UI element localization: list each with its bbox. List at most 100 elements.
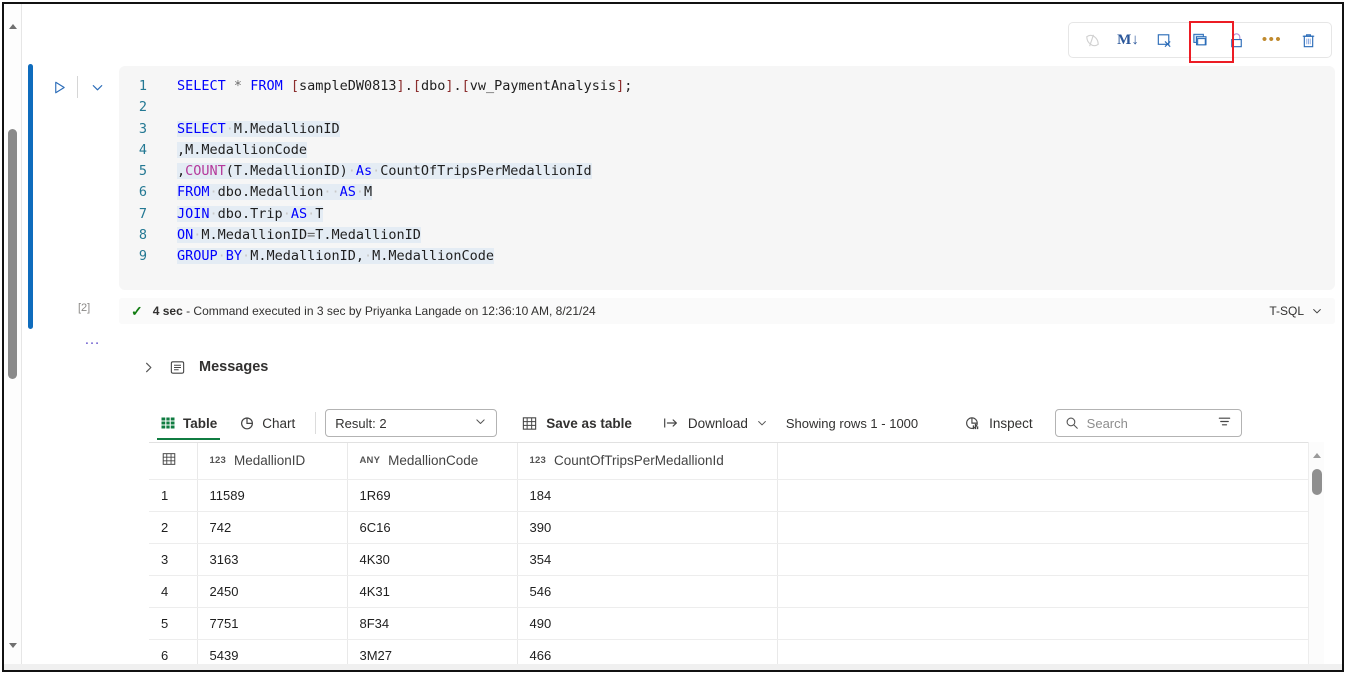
scroll-down-icon[interactable] <box>9 643 17 648</box>
tab-table[interactable]: Table <box>149 404 228 442</box>
page-scrollbar-thumb[interactable] <box>8 129 17 379</box>
code-line-content: ON·M.MedallionID=T.MedallionID <box>177 227 421 243</box>
grid-scrollbar[interactable] <box>1308 442 1324 672</box>
row-number[interactable]: 5 <box>149 607 197 639</box>
more-dots: ••• <box>1262 35 1282 45</box>
results-table: 123MedallionID ANYMedallionCode 123Count… <box>149 443 1324 672</box>
code-token <box>226 78 234 94</box>
column-header-medallioncode[interactable]: ANYMedallionCode <box>347 443 517 479</box>
cell-countoftrips[interactable]: 490 <box>517 607 777 639</box>
lock-icon[interactable] <box>1219 25 1253 55</box>
column-header-medallionid[interactable]: 123MedallionID <box>197 443 347 479</box>
messages-toggle[interactable]: Messages <box>141 352 268 382</box>
collapse-cell-button[interactable] <box>84 74 110 100</box>
freeze-icon[interactable] <box>1075 25 1109 55</box>
grid-scrollbar-thumb[interactable] <box>1312 469 1322 495</box>
table-row[interactable]: 1115891R69184 <box>149 479 1324 511</box>
code-token: [ <box>462 78 470 94</box>
code-line[interactable]: 6FROM·dbo.Medallion··AS·M <box>119 182 1335 203</box>
cell-medallionid[interactable]: 3163 <box>197 543 347 575</box>
cell-blank <box>777 607 1324 639</box>
row-number[interactable]: 4 <box>149 575 197 607</box>
cell-partial <box>517 671 777 672</box>
clear-output-icon[interactable] <box>1147 25 1181 55</box>
code-line[interactable]: 8ON·M.MedallionID=T.MedallionID <box>119 225 1335 246</box>
search-icon <box>1065 416 1079 430</box>
cell-medallioncode[interactable]: 4K30 <box>347 543 517 575</box>
code-token: ·· <box>323 184 339 200</box>
cell-medallionid[interactable]: 2450 <box>197 575 347 607</box>
cell-medallioncode[interactable]: 8F34 <box>347 607 517 639</box>
sql-code-editor[interactable]: 1SELECT * FROM [sampleDW0813].[dbo].[vw_… <box>119 66 1335 290</box>
row-header-corner[interactable] <box>149 443 197 479</box>
success-check-icon: ✓ <box>131 303 143 320</box>
table-row[interactable]: 27426C16390 <box>149 511 1324 543</box>
table-row[interactable]: 577518F34490 <box>149 607 1324 639</box>
language-selector[interactable]: T-SQL <box>1269 304 1323 318</box>
cell-medallionid[interactable]: 742 <box>197 511 347 543</box>
table-row[interactable]: 331634K30354 <box>149 543 1324 575</box>
code-line-content: FROM·dbo.Medallion··AS·M <box>177 184 372 200</box>
table-icon <box>160 415 176 431</box>
markdown-label: M↓ <box>1117 32 1139 49</box>
code-token: · <box>210 206 218 222</box>
page-scrollbar[interactable] <box>4 4 22 670</box>
results-grid[interactable]: 123MedallionID ANYMedallionCode 123Count… <box>149 442 1324 672</box>
column-header-blank <box>777 443 1324 479</box>
column-header-label: MedallionID <box>234 453 305 468</box>
code-line[interactable]: 9GROUP·BY·M.MedallionID,·M.MedallionCode <box>119 246 1335 267</box>
code-token: · <box>242 248 250 264</box>
code-token: As <box>356 163 372 179</box>
run-cell-button[interactable] <box>46 74 72 100</box>
row-number[interactable]: 3 <box>149 543 197 575</box>
duplicate-cell-icon[interactable] <box>1183 25 1217 55</box>
save-as-table-button[interactable]: Save as table <box>511 408 642 438</box>
cell-medallioncode[interactable]: 4K31 <box>347 575 517 607</box>
delete-icon[interactable] <box>1291 25 1325 55</box>
cell-blank <box>777 543 1324 575</box>
markdown-icon[interactable]: M↓ <box>1111 25 1145 55</box>
filter-icon[interactable] <box>1217 414 1232 432</box>
code-token: vw_PaymentAnalysis <box>470 78 616 94</box>
save-table-icon <box>521 415 538 432</box>
row-number[interactable]: 1 <box>149 479 197 511</box>
code-lines[interactable]: 1SELECT * FROM [sampleDW0813].[dbo].[vw_… <box>119 76 1335 268</box>
download-button[interactable]: Download <box>652 408 778 438</box>
column-header-countoftrips[interactable]: 123CountOfTripsPerMedallionId <box>517 443 777 479</box>
cell-countoftrips[interactable]: 354 <box>517 543 777 575</box>
code-token: M.MedallionID, <box>250 248 364 264</box>
cell-countoftrips[interactable]: 546 <box>517 575 777 607</box>
code-line[interactable]: 1SELECT * FROM [sampleDW0813].[dbo].[vw_… <box>119 76 1335 97</box>
code-token: ON <box>177 227 193 243</box>
code-line[interactable]: 3SELECT·M.MedallionID <box>119 119 1335 140</box>
grid-scroll-up-icon[interactable] <box>1313 453 1321 458</box>
line-number: 3 <box>119 119 177 140</box>
code-line-content: SELECT·M.MedallionID <box>177 121 340 137</box>
code-line-content: JOIN·dbo.Trip·AS·T <box>177 206 323 222</box>
more-options-icon[interactable]: ••• <box>1255 25 1289 55</box>
cell-more-options-icon[interactable]: … <box>84 334 102 346</box>
cell-medallionid[interactable]: 11589 <box>197 479 347 511</box>
table-row[interactable]: 424504K31546 <box>149 575 1324 607</box>
cell-medallioncode[interactable]: 1R69 <box>347 479 517 511</box>
result-set-select[interactable]: Result: 2 <box>325 409 497 437</box>
code-token: SELECT <box>177 121 226 137</box>
code-line[interactable]: 5,COUNT(T.MedallionID)·As·CountOfTripsPe… <box>119 161 1335 182</box>
code-line[interactable]: 2 <box>119 97 1335 118</box>
line-number: 7 <box>119 204 177 225</box>
code-line[interactable]: 4,M.MedallionCode <box>119 140 1335 161</box>
cell-medallioncode[interactable]: 6C16 <box>347 511 517 543</box>
search-input[interactable]: Search <box>1055 409 1242 437</box>
code-token: · <box>283 206 291 222</box>
tab-chart[interactable]: Chart <box>228 404 306 442</box>
execution-count: [2] <box>78 302 90 314</box>
inspect-label: Inspect <box>989 416 1033 431</box>
cell-countoftrips[interactable]: 390 <box>517 511 777 543</box>
cell-medallionid[interactable]: 7751 <box>197 607 347 639</box>
tab-table-label: Table <box>183 416 217 431</box>
scroll-up-icon[interactable] <box>9 24 17 29</box>
inspect-button[interactable]: Inspect <box>954 408 1043 438</box>
cell-countoftrips[interactable]: 184 <box>517 479 777 511</box>
row-number[interactable]: 2 <box>149 511 197 543</box>
code-line[interactable]: 7JOIN·dbo.Trip·AS·T <box>119 204 1335 225</box>
